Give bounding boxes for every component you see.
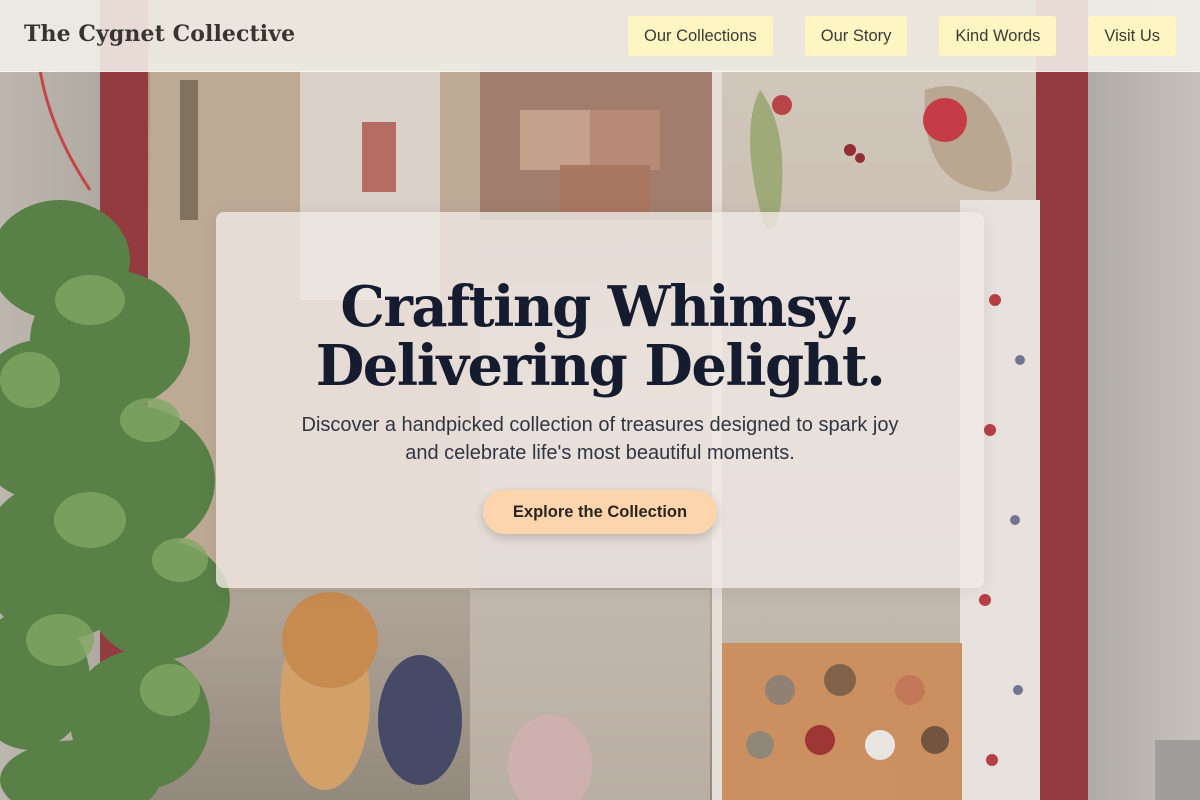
nav-our-story[interactable]: Our Story — [804, 16, 908, 56]
nav-kind-words[interactable]: Kind Words — [939, 16, 1057, 56]
hero-title-line-2: Delivering Delight. — [315, 333, 886, 399]
hero-subtitle: Discover a handpicked collection of trea… — [301, 414, 899, 464]
hero-card: Crafting Whimsy, Delivering Delight. Dis… — [216, 212, 984, 588]
brand-logo-text[interactable]: The Cygnet Collective — [24, 21, 295, 47]
hero-title-line-1: Crafting Whimsy, — [340, 274, 861, 340]
site-header: The Cygnet Collective Our Collections Ou… — [0, 0, 1200, 72]
nav-our-collections[interactable]: Our Collections — [627, 16, 773, 56]
main-nav: Our Collections Our Story Kind Words Vis… — [627, 16, 1176, 56]
hero-title: Crafting Whimsy, Delivering Delight. — [216, 278, 984, 396]
explore-collection-button[interactable]: Explore the Collection — [483, 490, 717, 534]
nav-visit-us[interactable]: Visit Us — [1088, 16, 1176, 56]
